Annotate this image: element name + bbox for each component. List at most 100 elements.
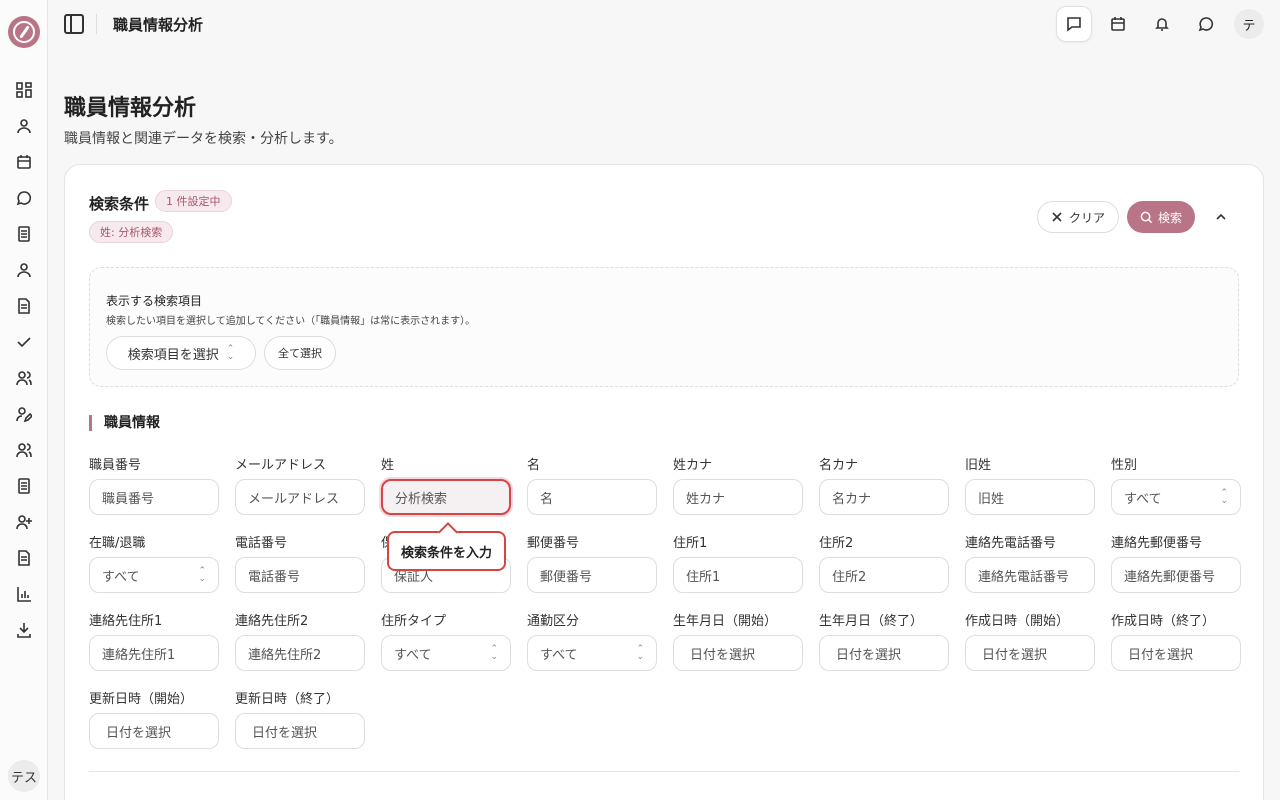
search-button-label: 検索 — [1157, 210, 1182, 225]
text-input[interactable]: 連絡先住所1 — [89, 635, 219, 671]
field-value: すべて — [102, 569, 140, 585]
clear-button[interactable]: クリア — [1037, 201, 1119, 233]
field-value: すべて — [1124, 491, 1162, 507]
select-fields-label: 検索項目を選択 — [127, 347, 219, 363]
search-button[interactable]: 検索 — [1127, 201, 1195, 233]
select-fields-dropdown[interactable]: 検索項目を選択 ⌃ ⌄ — [106, 336, 256, 370]
sidebar-toggle-icon[interactable] — [64, 14, 84, 34]
text-input[interactable]: メールアドレス — [235, 479, 365, 515]
field-label: メールアドレス — [235, 458, 327, 473]
search-field: 姓分析検索 — [381, 457, 511, 515]
text-input[interactable]: 住所1 — [673, 557, 803, 593]
text-input[interactable]: 姓カナ — [673, 479, 803, 515]
search-field: 連絡先住所1 連絡先住所1 — [89, 613, 219, 671]
text-input[interactable]: 名 — [527, 479, 657, 515]
file-text-icon[interactable] — [14, 548, 34, 568]
users-icon[interactable] — [14, 368, 34, 388]
search-card: 検索条件 1 件設定中 姓: 分析検索 クリア 検索 表示する検索項目 検索した… — [64, 164, 1264, 800]
bell-icon[interactable] — [1144, 6, 1180, 42]
search-field: 電話番号 電話番号 — [235, 535, 365, 593]
field-value: 姓カナ — [686, 491, 726, 507]
select-all-button[interactable]: 全て選択 — [264, 336, 336, 370]
search-field: 連絡先電話番号 連絡先電話番号 — [965, 535, 1095, 593]
clear-button-label: クリア — [1068, 210, 1105, 225]
select-field[interactable]: すべて ⌃ ⌄ — [381, 635, 511, 671]
chat-icon[interactable] — [14, 188, 34, 208]
search-field: 名カナ 名カナ — [819, 457, 949, 515]
search-field: 作成日時（終了） 日付を選択 — [1111, 613, 1241, 671]
field-value: 郵便番号 — [540, 569, 593, 585]
search-field: メールアドレス メールアドレス — [235, 457, 365, 515]
text-input[interactable]: 名カナ — [819, 479, 949, 515]
person-icon[interactable] — [14, 260, 34, 280]
field-label: 連絡先住所2 — [235, 614, 309, 629]
top-header: 職員情報分析 テ — [48, 0, 1280, 48]
search-field: 生年月日（開始） 日付を選択 — [673, 613, 803, 671]
download-icon[interactable] — [14, 620, 34, 640]
search-conditions-title: 検索条件 — [89, 195, 150, 213]
search-field: 更新日時（開始） 日付を選択 — [89, 691, 219, 749]
field-value: 住所1 — [686, 569, 721, 585]
active-filter-chip[interactable]: 姓: 分析検索 — [89, 221, 174, 243]
date-picker-field[interactable]: 日付を選択 — [89, 713, 219, 749]
chevron-up-icon[interactable] — [1209, 205, 1233, 229]
date-picker-field[interactable]: 日付を選択 — [819, 635, 949, 671]
select-field[interactable]: すべて ⌃ ⌄ — [1111, 479, 1241, 515]
date-picker-field[interactable]: 日付を選択 — [673, 635, 803, 671]
text-input[interactable]: 分析検索 — [381, 479, 511, 515]
calendar-icon[interactable] — [14, 152, 34, 172]
field-label: 連絡先電話番号 — [965, 536, 1057, 551]
chevron-updown-icon: ⌃ ⌄ — [636, 644, 644, 662]
field-label: 通勤区分 — [527, 614, 580, 629]
chevron-updown-icon: ⌃ ⌄ — [198, 566, 206, 584]
field-label: 住所1 — [673, 536, 708, 551]
bar-chart-icon[interactable] — [14, 584, 34, 604]
message-square-icon[interactable] — [1056, 6, 1092, 42]
field-label: 生年月日（開始） — [673, 614, 778, 629]
field-value: 日付を選択 — [1128, 647, 1194, 663]
dashboard-icon[interactable] — [14, 80, 34, 100]
select-field[interactable]: すべて ⌃ ⌄ — [527, 635, 657, 671]
text-input[interactable]: 職員番号 — [89, 479, 219, 515]
date-picker-field[interactable]: 日付を選択 — [965, 635, 1095, 671]
field-label: 姓カナ — [673, 458, 713, 473]
chat-icon[interactable] — [1188, 6, 1224, 42]
field-value: 連絡先電話番号 — [978, 569, 1070, 585]
field-label: 電話番号 — [235, 536, 288, 551]
user-plus-icon[interactable] — [14, 512, 34, 532]
field-label: 更新日時（開始） — [89, 692, 194, 707]
notebook-icon[interactable] — [14, 476, 34, 496]
field-value: 名カナ — [832, 491, 872, 507]
document-icon[interactable] — [14, 296, 34, 316]
group-icon[interactable] — [14, 440, 34, 460]
user-avatar[interactable]: テ — [1234, 9, 1264, 39]
text-input[interactable]: 郵便番号 — [527, 557, 657, 593]
text-input[interactable]: 連絡先電話番号 — [965, 557, 1095, 593]
search-field: 姓カナ 姓カナ — [673, 457, 803, 515]
search-field: 更新日時（終了） 日付を選択 — [235, 691, 365, 749]
book-icon[interactable] — [14, 224, 34, 244]
text-input[interactable]: 旧姓 — [965, 479, 1095, 515]
text-input[interactable]: 電話番号 — [235, 557, 365, 593]
text-input[interactable]: 連絡先住所2 — [235, 635, 365, 671]
search-icon — [1140, 211, 1153, 223]
calendar-icon[interactable] — [1100, 6, 1136, 42]
date-picker-field[interactable]: 日付を選択 — [235, 713, 365, 749]
search-field: 在職/退職 すべて ⌃ ⌄ — [89, 535, 219, 593]
check-icon[interactable] — [14, 332, 34, 352]
app-logo[interactable] — [8, 16, 40, 48]
select-field[interactable]: すべて ⌃ ⌄ — [89, 557, 219, 593]
sidebar-avatar[interactable]: テス — [8, 760, 40, 792]
field-label: 郵便番号 — [527, 536, 580, 551]
text-input[interactable]: 連絡先郵便番号 — [1111, 557, 1241, 593]
field-label: 名カナ — [819, 458, 859, 473]
field-label: 旧姓 — [965, 458, 992, 473]
field-label: 姓 — [381, 458, 395, 473]
field-value: 旧姓 — [978, 491, 1005, 507]
search-field: 旧姓 旧姓 — [965, 457, 1095, 515]
text-input[interactable]: 住所2 — [819, 557, 949, 593]
user-icon[interactable] — [14, 116, 34, 136]
date-picker-field[interactable]: 日付を選択 — [1111, 635, 1241, 671]
page-description: 職員情報と関連データを検索・分析します。 — [64, 131, 343, 147]
user-edit-icon[interactable] — [14, 404, 34, 424]
